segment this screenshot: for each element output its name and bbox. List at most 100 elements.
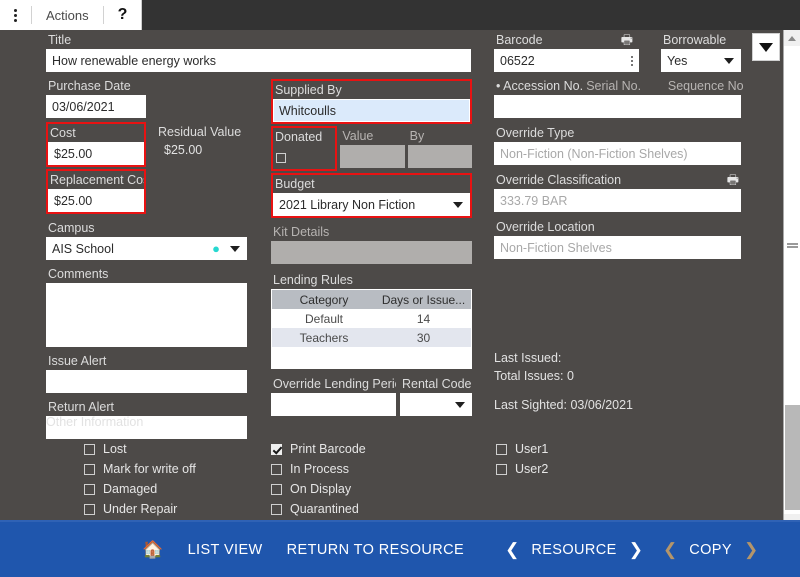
borrowable-label: Borrowable [663, 33, 727, 47]
copy-next-chevron-right-icon[interactable]: ❯ [737, 540, 765, 560]
left-form-column: Title How renewable energy works Purchas… [46, 30, 471, 439]
return-alert-label: Return Alert [48, 400, 115, 414]
checkbox-quarantined[interactable]: Quarantined [271, 499, 496, 519]
override-type-label: Override Type [496, 126, 575, 140]
help-button[interactable]: ? [104, 0, 142, 30]
donated-checkbox[interactable] [276, 152, 286, 163]
replacement-cost-input[interactable]: $25.00 [48, 189, 144, 212]
kit-details-label: Kit Details [273, 225, 330, 239]
collapse-panel-button[interactable] [752, 33, 780, 61]
replacement-cost-highlight-group: Replacement Cost $25.00 [46, 169, 146, 214]
checkbox-user2[interactable]: User2 [496, 459, 696, 479]
copy-label[interactable]: COPY [686, 542, 735, 558]
scroll-up-arrow[interactable] [784, 30, 800, 46]
purchase-date-input[interactable]: 03/06/2021 [46, 95, 146, 118]
other-information-title: Other Information [46, 415, 144, 429]
location-pin-icon: ● [212, 241, 220, 256]
donated-value-input [340, 145, 405, 168]
checkbox-box [84, 483, 95, 495]
checkbox-box [496, 463, 507, 475]
bottom-navigation-bar: 🏠 LIST VIEW RETURN TO RESOURCE ❮ RESOURC… [0, 520, 800, 577]
checkbox-under-repair[interactable]: Under Repair [84, 499, 271, 519]
kit-details-input [271, 241, 472, 264]
cost-highlight-group: Cost $25.00 [46, 122, 146, 167]
checkbox-user1[interactable]: User1 [496, 439, 696, 459]
override-location-label: Override Location [496, 220, 595, 234]
checkbox-label: On Display [290, 482, 352, 496]
checkbox-in-process[interactable]: In Process [271, 459, 496, 479]
top-toolbar: Actions ? [0, 0, 800, 30]
checkbox-mark-for-write-off[interactable]: Mark for write off [84, 459, 271, 479]
table-row[interactable]: Teachers 30 [272, 328, 471, 347]
lending-rules-col-category: Category [299, 292, 349, 307]
scroll-position-marker[interactable] [787, 243, 798, 249]
checkbox-box [84, 443, 95, 455]
checkbox-label: Print Barcode [290, 442, 366, 456]
lending-rules-label: Lending Rules [273, 273, 353, 287]
checkbox-label: Quarantined [290, 502, 359, 516]
chevron-down-icon [759, 42, 773, 52]
replacement-cost-label: Replacement Cost [50, 173, 144, 187]
rental-code-select[interactable] [400, 393, 472, 416]
scrollbar-thumb[interactable] [785, 405, 800, 510]
campus-select[interactable]: AIS School ● [46, 237, 247, 260]
accession-no-label: • Accession No. [496, 79, 584, 93]
cell-category: Teachers [299, 330, 349, 345]
checkbox-box [84, 463, 95, 475]
override-classification-input[interactable]: 333.79 BAR [494, 189, 741, 212]
resource-previous-chevron-left-icon[interactable]: ❮ [498, 540, 526, 560]
borrowable-select[interactable]: Yes [661, 49, 741, 72]
accession-no-input[interactable] [494, 95, 741, 118]
checkbox-lost[interactable]: Lost [84, 439, 271, 459]
serial-no-label: Serial No. [586, 79, 642, 93]
resource-label[interactable]: RESOURCE [528, 542, 619, 558]
home-button[interactable]: 🏠 [130, 540, 176, 560]
list-view-button[interactable]: LIST VIEW [176, 542, 275, 558]
cost-label: Cost [50, 126, 76, 140]
donated-checkbox-wrap[interactable] [273, 146, 335, 169]
chevron-down-icon [230, 245, 240, 252]
override-type-input[interactable]: Non-Fiction (Non-Fiction Shelves) [494, 142, 741, 165]
budget-selected-value: 2021 Library Non Fiction [279, 197, 416, 212]
checkbox-label: User1 [515, 442, 549, 456]
middle-form-column: Supplied By Whitcoulls Donated Value By [271, 79, 472, 416]
checkbox-on-display[interactable]: On Display [271, 479, 496, 499]
cell-days: 14 [416, 311, 431, 326]
residual-value-label: Residual Value [158, 125, 242, 139]
checkbox-label: In Process [290, 462, 350, 476]
printer-icon[interactable]: 🖶 [727, 172, 739, 188]
override-lending-period-label: Override Lending Perio [273, 377, 396, 391]
return-to-resource-button[interactable]: RETURN TO RESOURCE [275, 542, 476, 558]
lending-rules-header: Category Days or Issue... [272, 290, 471, 309]
supplied-by-input[interactable]: Whitcoulls [273, 99, 470, 122]
actions-button[interactable]: Actions [32, 0, 103, 30]
checkbox-label: User2 [515, 462, 549, 476]
cost-input[interactable]: $25.00 [48, 142, 144, 165]
override-classification-label: Override Classification [496, 173, 622, 187]
checkbox-print-barcode[interactable]: Print Barcode [271, 439, 496, 459]
vertical-scrollbar[interactable] [783, 30, 800, 530]
kebab-menu-button[interactable] [0, 0, 31, 30]
resource-next-chevron-right-icon[interactable]: ❯ [622, 540, 650, 560]
cell-days: 30 [416, 330, 431, 345]
application-window: Actions ? Title How renewable energy wor… [0, 0, 800, 577]
printer-icon[interactable]: 🖶 [621, 32, 633, 48]
title-label: Title [48, 33, 72, 47]
issue-alert-input[interactable] [46, 370, 247, 393]
checkbox-damaged[interactable]: Damaged [84, 479, 271, 499]
checkbox-box [271, 503, 282, 515]
table-row[interactable]: Default 14 [272, 309, 471, 328]
copy-previous-chevron-left-icon[interactable]: ❮ [656, 540, 684, 560]
barcode-options-icon[interactable] [631, 55, 633, 66]
comments-textarea[interactable] [46, 283, 247, 347]
override-location-input[interactable]: Non-Fiction Shelves [494, 236, 741, 259]
donated-by-label: By [409, 129, 425, 143]
triangle-up-icon [788, 35, 796, 41]
last-sighted-text: Last Sighted: 03/06/2021 [494, 398, 634, 412]
checkbox-box [496, 443, 507, 455]
title-input[interactable]: How renewable energy works [46, 49, 471, 72]
budget-select[interactable]: 2021 Library Non Fiction [273, 193, 470, 216]
override-lending-period-input[interactable] [271, 393, 396, 416]
residual-value-text: $25.00 [164, 143, 203, 157]
barcode-input[interactable]: 06522 [494, 49, 639, 72]
